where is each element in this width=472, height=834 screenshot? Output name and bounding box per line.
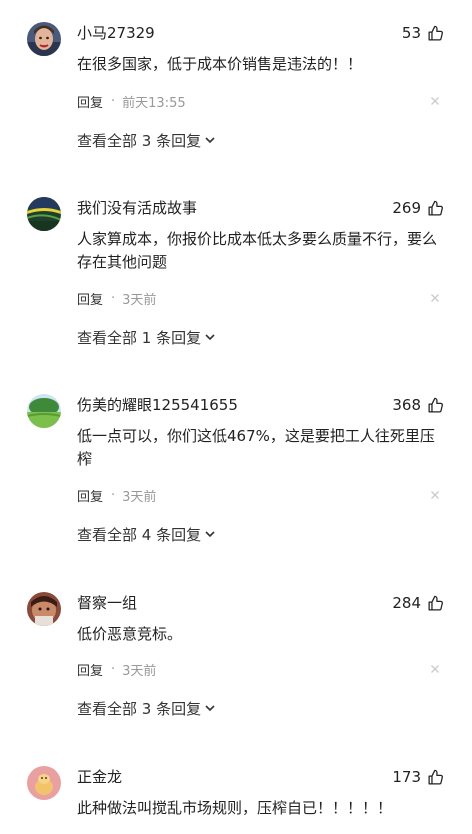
comment-text: 此种做法叫搅乱市场规则，压榨自已！！！！！ — [77, 799, 393, 817]
timestamp: 3天前 — [122, 663, 157, 679]
username[interactable]: 我们没有活成故事 — [77, 198, 197, 218]
comment-meta: 回复 · 3天前 — [77, 659, 156, 679]
view-replies-button[interactable]: 查看全部 1 条回复 — [77, 326, 216, 348]
like-count: 284 — [392, 594, 421, 612]
view-replies-label: 查看全部 4 条回复 — [77, 525, 202, 544]
close-icon[interactable] — [428, 488, 442, 502]
separator-dot: · — [111, 487, 116, 503]
avatar[interactable] — [27, 197, 61, 231]
like-button[interactable]: 368 — [392, 394, 444, 416]
username[interactable]: 正金龙 — [77, 767, 122, 787]
like-count: 269 — [392, 199, 421, 217]
separator-dot: · — [111, 93, 116, 109]
username[interactable]: 伤美的耀眼125541655 — [77, 395, 238, 415]
comment-text: 在很多国家，低于成本价销售是违法的！！ — [77, 55, 363, 73]
close-icon[interactable] — [428, 94, 442, 108]
timestamp: 3天前 — [122, 489, 157, 505]
avatar[interactable] — [27, 22, 61, 56]
reply-button[interactable]: 回复 — [77, 486, 103, 505]
comment-text: 低一点可以，你们这低467%，这是要把工人往死里压榨 — [77, 427, 435, 468]
comment-text: 人家算成本，你报价比成本低太多要么质量不行，要么存在其他问题 — [77, 230, 438, 271]
username[interactable]: 督察一组 — [77, 593, 137, 613]
like-button[interactable]: 173 — [392, 766, 444, 788]
view-replies-button[interactable]: 查看全部 4 条回复 — [77, 523, 216, 545]
separator-dot: · — [111, 661, 116, 677]
comment-meta: 回复 · 3天前 — [77, 288, 156, 308]
comment-meta: 回复 · 3天前 — [77, 485, 156, 505]
thumbs-up-icon — [428, 200, 443, 216]
view-replies-button[interactable]: 查看全部 3 条回复 — [77, 697, 216, 719]
like-count: 368 — [392, 396, 421, 414]
view-replies-label: 查看全部 3 条回复 — [77, 699, 202, 718]
view-replies-label: 查看全部 3 条回复 — [77, 131, 202, 150]
username[interactable]: 小马27329 — [77, 23, 155, 43]
separator-dot: · — [111, 290, 116, 306]
thumbs-up-icon — [428, 397, 443, 413]
chevron-down-icon — [205, 705, 215, 712]
like-count: 173 — [392, 768, 421, 786]
close-icon[interactable] — [428, 662, 442, 676]
avatar[interactable] — [27, 592, 61, 626]
like-button[interactable]: 53 — [402, 22, 444, 44]
chevron-down-icon — [205, 531, 215, 538]
timestamp: 前天13:55 — [122, 95, 186, 111]
timestamp: 3天前 — [122, 292, 157, 308]
chevron-down-icon — [205, 137, 215, 144]
view-replies-button[interactable]: 查看全部 3 条回复 — [77, 129, 216, 151]
thumbs-up-icon — [428, 769, 443, 785]
comment-text: 低价恶意竞标。 — [77, 625, 183, 643]
reply-button[interactable]: 回复 — [77, 660, 103, 679]
like-button[interactable]: 284 — [392, 592, 444, 614]
chevron-down-icon — [205, 334, 215, 341]
thumbs-up-icon — [428, 595, 443, 611]
close-icon[interactable] — [428, 291, 442, 305]
avatar[interactable] — [27, 394, 61, 428]
comment-meta: 回复 · 前天13:55 — [77, 91, 186, 111]
like-count: 53 — [401, 24, 421, 42]
thumbs-up-icon — [428, 25, 443, 41]
reply-button[interactable]: 回复 — [77, 92, 103, 111]
avatar[interactable] — [27, 766, 61, 800]
view-replies-label: 查看全部 1 条回复 — [77, 328, 202, 347]
reply-button[interactable]: 回复 — [77, 289, 103, 308]
like-button[interactable]: 269 — [392, 197, 444, 219]
